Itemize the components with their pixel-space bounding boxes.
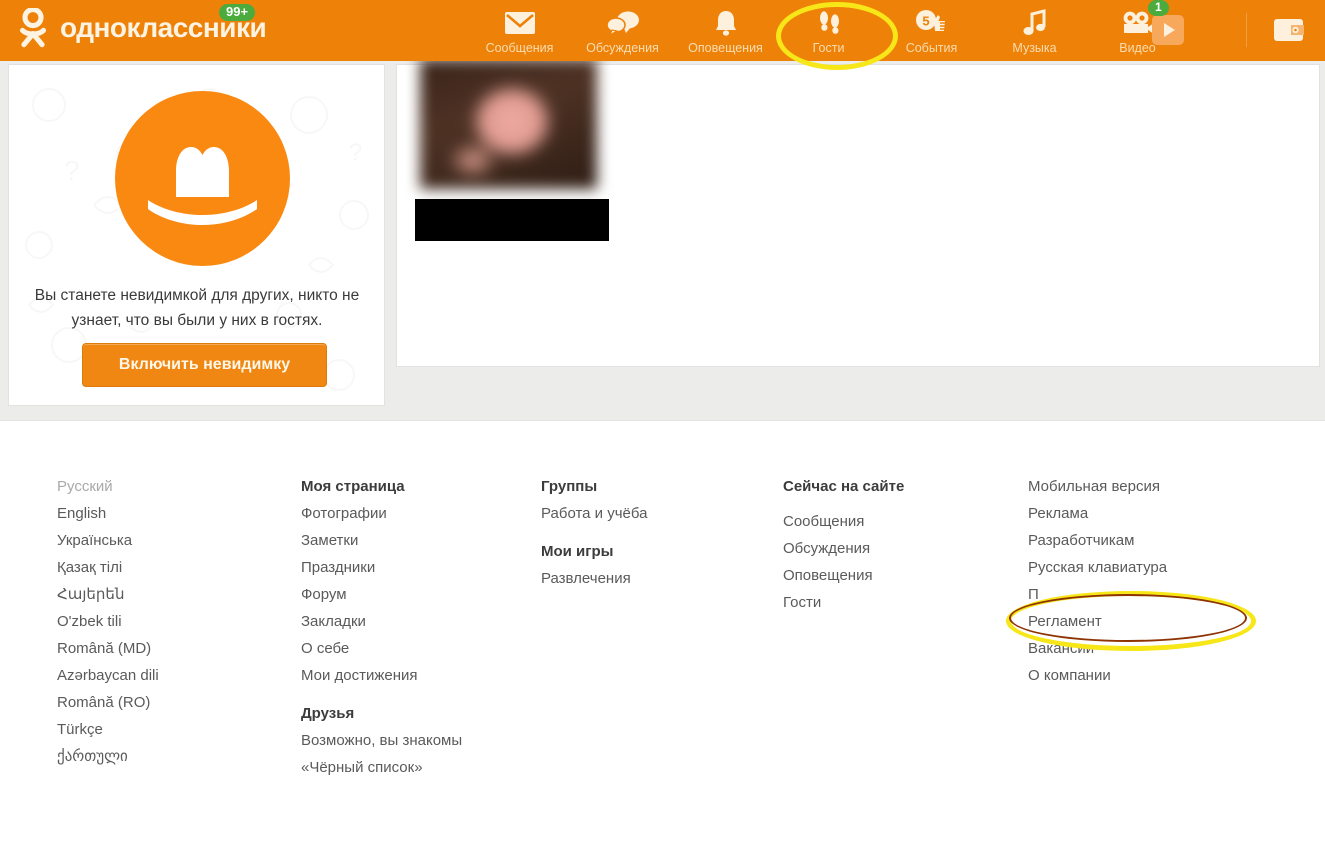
footer-column-my-page: Моя страница Фотографии Заметки Праздник… xyxy=(301,473,462,781)
nav-label-discussions: Обсуждения xyxy=(586,41,659,55)
ok-guests-page: одноклассники 99+ Сообщения Обсуждения О… xyxy=(0,0,1325,861)
footer-link-about-company[interactable]: О компании xyxy=(1028,662,1167,689)
music-note-icon xyxy=(1022,7,1048,38)
footer-heading-now-online: Сейчас на сайте xyxy=(783,478,905,495)
footer-link-now-messages[interactable]: Сообщения xyxy=(783,508,904,535)
footer-link-notes[interactable]: Заметки xyxy=(301,527,462,554)
nav-item-messages[interactable]: Сообщения xyxy=(468,2,571,55)
footer-link-regulations[interactable]: Регламент xyxy=(1028,608,1167,635)
footprints-icon xyxy=(815,7,843,38)
footer-link-mobile-version[interactable]: Мобильная версия xyxy=(1028,473,1167,500)
footer-heading-my-page[interactable]: Моя страница xyxy=(301,473,462,500)
nav-item-guests[interactable]: Гости xyxy=(777,2,880,55)
nav-item-discussions[interactable]: Обсуждения xyxy=(571,2,674,55)
footer-lang-uz[interactable]: O'zbek tili xyxy=(57,608,159,635)
nav-label-notifications: Оповещения xyxy=(688,41,763,55)
fedora-hat-icon xyxy=(148,147,257,225)
footer-link-about-me[interactable]: О себе xyxy=(301,635,462,662)
nav-label-messages: Сообщения xyxy=(485,41,554,55)
footer-link-blacklist[interactable]: «Чёрный список» xyxy=(301,754,462,781)
footer-link-now-guests[interactable]: Гости xyxy=(783,589,904,616)
footer-link-entertainment[interactable]: Развлечения xyxy=(541,565,647,592)
invisibility-description: Вы станете невидимкой для других, никто … xyxy=(34,287,360,329)
enable-invisibility-button[interactable]: Включить невидимку xyxy=(82,343,327,387)
nav-label-guests: Гости xyxy=(812,41,845,55)
footer-link-photos[interactable]: Фотографии xyxy=(301,500,462,527)
invisibility-hat-badge xyxy=(115,91,290,266)
nav-item-music[interactable]: Музыка xyxy=(983,2,1086,55)
footer-link-forum[interactable]: Форум xyxy=(301,581,462,608)
wallet-icon[interactable] xyxy=(1273,17,1305,43)
chat-bubbles-icon xyxy=(605,7,640,38)
footer-lang-ka[interactable]: ქართული xyxy=(57,743,159,770)
footer-link-achievements[interactable]: Мои достижения xyxy=(301,662,462,689)
guest-avatar-image xyxy=(420,59,597,189)
svg-text:?: ? xyxy=(349,139,362,166)
footer-column-languages: Русский English Українська Қазақ тілі Հա… xyxy=(57,473,159,770)
footer-link-now-notifications[interactable]: Оповещения xyxy=(783,562,904,589)
footer-column-groups: Группы Работа и учёба Мои игры Развлечен… xyxy=(541,473,647,592)
header-divider xyxy=(1246,13,1247,47)
main-nav: Сообщения Обсуждения Оповещения Гости 5 … xyxy=(468,0,1189,60)
site-footer: Русский English Українська Қазақ тілі Հա… xyxy=(0,420,1325,861)
footer-lang-uk[interactable]: Українська xyxy=(57,527,159,554)
video-notification-badge: 1 xyxy=(1148,0,1169,16)
wallet-area[interactable] xyxy=(1246,13,1305,47)
nav-item-video[interactable]: Видео 1 xyxy=(1086,0,1189,55)
footer-link-developers[interactable]: Разработчикам xyxy=(1028,527,1167,554)
bell-icon xyxy=(713,7,739,38)
footer-heading-friends[interactable]: Друзья xyxy=(301,700,462,727)
site-logo[interactable]: одноклассники 99+ xyxy=(16,4,267,48)
footer-link-maybe-know[interactable]: Возможно, вы знакомы xyxy=(301,727,462,754)
footer-heading-groups[interactable]: Группы xyxy=(541,473,647,500)
footer-column-misc: Мобильная версия Реклама Разработчикам Р… xyxy=(1028,473,1167,689)
footer-link-bookmarks[interactable]: Закладки xyxy=(301,608,462,635)
guests-list-panel xyxy=(396,59,1320,367)
invisibility-promo-card: ? ? ? Вы станете невидимкой для других, … xyxy=(8,64,385,406)
svg-text:?: ? xyxy=(64,155,80,186)
ok-logo-icon xyxy=(19,8,47,48)
logo-notification-badge: 99+ xyxy=(219,4,256,21)
footer-link-now-discussions[interactable]: Обсуждения xyxy=(783,535,904,562)
footer-column-now-online: Сейчас на сайте Сообщения Обсуждения Опо… xyxy=(783,473,904,616)
footer-heading-my-games[interactable]: Мои игры xyxy=(541,538,647,565)
nav-item-events[interactable]: 5 События xyxy=(880,2,983,55)
nav-label-events: События xyxy=(905,41,958,55)
footer-lang-az[interactable]: Azərbaycan dili xyxy=(57,662,159,689)
footer-link-advertising[interactable]: Реклама xyxy=(1028,500,1167,527)
footer-link-work-study[interactable]: Работа и учёба xyxy=(541,500,647,527)
footer-lang-en[interactable]: English xyxy=(57,500,159,527)
events-five-icon: 5 xyxy=(914,7,950,38)
envelope-icon xyxy=(504,7,536,38)
footer-link-russian-keyboard[interactable]: Русская клавиатура xyxy=(1028,554,1167,581)
footer-lang-kk[interactable]: Қазақ тілі xyxy=(57,554,159,581)
footer-lang-ro-md[interactable]: Română (MD) xyxy=(57,635,159,662)
footer-lang-ro-ro[interactable]: Română (RO) xyxy=(57,689,159,716)
nav-item-notifications[interactable]: Оповещения xyxy=(674,2,777,55)
footer-link-holidays[interactable]: Праздники xyxy=(301,554,462,581)
footer-link-vacancies[interactable]: Вакансии xyxy=(1028,635,1167,662)
nav-label-music: Музыка xyxy=(1012,41,1057,55)
guest-name-redacted xyxy=(415,199,609,241)
guest-avatar-blurred[interactable] xyxy=(420,59,597,189)
footer-spacer xyxy=(541,527,647,538)
footer-spacer xyxy=(301,689,462,700)
footer-lang-tr[interactable]: Türkçe xyxy=(57,716,159,743)
footer-lang-ru[interactable]: Русский xyxy=(57,473,159,500)
top-navigation-bar: одноклассники 99+ Сообщения Обсуждения О… xyxy=(0,0,1325,70)
video-play-tile-icon xyxy=(1148,12,1188,53)
footer-lang-hy[interactable]: Հայերեն xyxy=(57,581,159,608)
footer-link-obscured[interactable]: П xyxy=(1028,581,1167,608)
svg-text:5: 5 xyxy=(922,14,929,29)
main-content: ? ? ? Вы станете невидимкой для других, … xyxy=(0,59,1325,420)
footer-spacer xyxy=(783,500,904,508)
